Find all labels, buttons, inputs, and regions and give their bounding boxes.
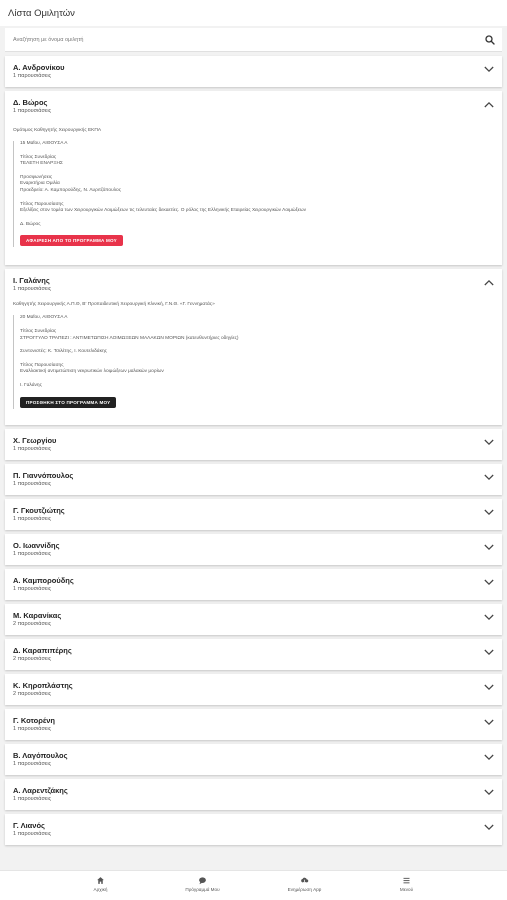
speaker-name: Μ. Καρανίκας <box>13 610 62 620</box>
chevron-up-icon[interactable] <box>484 279 494 286</box>
talk-title: Εξελίξεις στον τομέα των Χειρουργικών Λο… <box>20 208 307 214</box>
speaker-card[interactable]: Α. Ανδρονίκου 1 παρουσιάσεις <box>5 56 502 87</box>
speaker-card[interactable]: Γ. Κοτορένη 1 παρουσιάσεις <box>5 708 502 740</box>
speaker-card[interactable]: Α. Καμπορούδης 1 παρουσιάσεις <box>5 568 502 600</box>
chevron-down-icon[interactable] <box>484 579 494 586</box>
presentation-label: Προσφωνήσεις <box>20 174 53 180</box>
chevron-down-icon[interactable] <box>484 789 494 796</box>
speaker-card[interactable]: Π. Γιαννόπουλος 1 παρουσιάσεις <box>5 463 502 495</box>
speaker-name: Π. Γιαννόπουλος <box>13 470 74 480</box>
nav-app-update[interactable]: Ενημέρωση App <box>254 871 356 900</box>
chevron-down-icon[interactable] <box>484 66 494 73</box>
nav-my-program[interactable]: Πρόγραμμά Μου <box>152 871 254 900</box>
chevron-down-icon[interactable] <box>484 544 494 551</box>
bottom-navigation: Αρχική Πρόγραμμά Μου Ενημέρωση App Μενού <box>0 870 507 900</box>
date-room: 20 Μαΐου, ΑΙΘΟΥΣΑ Α <box>20 315 68 321</box>
speaker-card-expanded[interactable]: Δ. Βώρος 1 παρουσιάσεις Ομότιμος Καθηγητ… <box>5 91 502 266</box>
add-to-program-button[interactable]: ΠΡΟΣΘΗΚΗ ΣΤΟ ΠΡΟΓΡΑΜΜΑ ΜΟΥ <box>20 396 117 408</box>
speaker-name: Ι. Γαλάνης <box>13 276 50 286</box>
nav-label: Ενημέρωση App <box>287 887 322 892</box>
speaker-list: Α. Ανδρονίκου 1 παρουσιάσεις Δ. Βώρος 1 … <box>5 56 502 849</box>
chevron-down-icon[interactable] <box>484 754 494 761</box>
nav-label: Πρόγραμμά Μου <box>185 887 220 892</box>
app-header: Λίστα Ομιλητών <box>0 0 507 26</box>
presentation-count: 1 παρουσιάσεις <box>13 550 52 557</box>
speaker-name: Α. Καμπορούδης <box>13 575 74 585</box>
speaker-card-expanded[interactable]: Ι. Γαλάνης 1 παρουσιάσεις Καθηγητής Χειρ… <box>5 269 502 425</box>
speaker-name: Κ. Κηροπλάστης <box>13 680 73 690</box>
chevron-up-icon[interactable] <box>484 101 494 108</box>
presentation-count: 1 παρουσιάσεις <box>13 73 52 79</box>
presentation-count: 1 παρουσιάσεις <box>13 725 52 732</box>
chairs-line: Προεδρείο: Α. Καμπορούδης, Ν. Λυριτζόπου… <box>20 187 122 193</box>
session-title: ΤΕΛΕΤΗ ΕΝΑΡΞΗΣ <box>20 161 63 167</box>
date-room: 15 Μαΐου, ΑΙΘΟΥΣΑ Α <box>20 141 68 146</box>
speaker-card[interactable]: Β. Λαγόπουλος 1 παρουσιάσεις <box>5 743 502 775</box>
talk-title: Εναλλακτική αντιμετώπιση νεκρωτικών λοιμ… <box>20 369 164 375</box>
speaker-name: Δ. Βώρος <box>13 98 48 107</box>
speaker-name: Γ. Γκουτζιώτης <box>13 505 65 515</box>
speaker-name: Χ. Γεωργίου <box>13 435 57 445</box>
page-title: Λίστα Ομιλητών <box>8 8 75 19</box>
chat-icon <box>199 877 206 885</box>
chevron-down-icon[interactable] <box>484 649 494 656</box>
search-bar[interactable]: Αναζήτηση με όνομα ομιλητή <box>5 28 502 52</box>
presentation-count: 1 παρουσιάσεις <box>13 515 52 522</box>
speaker-name: Α. Ανδρονίκου <box>13 63 65 72</box>
presentation-count: 1 παρουσιάσεις <box>13 760 52 767</box>
presentation-line: Εναρκτήρια Ομιλία <box>20 181 60 187</box>
menu-icon <box>403 877 410 884</box>
session-title: ΣΤΡΟΓΓΥΛΟ ΤΡΑΠΕΖΙ : ΑΝΤΙΜΕΤΩΠΙΣΗ ΛΟΙΜΩΞΕ… <box>20 335 239 341</box>
nav-home[interactable]: Αρχική <box>50 871 152 900</box>
coordinators-line: Συντονιστές: Κ. Τσιλέτης, Ι. Κουτελιδάκη… <box>20 349 107 355</box>
presentation-count: 2 παρουσιάσεις <box>13 690 52 697</box>
speaker-name: Δ. Καραπιπέρης <box>13 645 72 655</box>
home-icon <box>97 877 104 884</box>
speaker-name: Α. Λαρεντζάκης <box>13 785 68 795</box>
speaker-card[interactable]: Δ. Καραπιπέρης 2 παρουσιάσεις <box>5 638 502 670</box>
presentation-count: 1 παρουσιάσεις <box>13 585 52 592</box>
chevron-down-icon[interactable] <box>484 824 494 831</box>
nav-label: Αρχική <box>93 887 108 892</box>
presentation-details: 15 Μαΐου, ΑΙΘΟΥΣΑ Α Τίτλος Συνεδρίας ΤΕΛ… <box>13 141 494 248</box>
chevron-down-icon[interactable] <box>484 684 494 691</box>
speaker-name: Γ. Κοτορένη <box>13 715 55 725</box>
talk-speaker: Ι. Γαλάνης <box>20 382 42 388</box>
talk-speaker: Δ. Βώρος <box>20 221 41 227</box>
search-icon[interactable] <box>484 34 496 46</box>
chevron-down-icon[interactable] <box>484 614 494 621</box>
nav-menu[interactable]: Μενού <box>356 871 458 900</box>
presentation-details: 20 Μαΐου, ΑΙΘΟΥΣΑ Α Τίτλος Συνεδρίας ΣΤΡ… <box>13 315 494 409</box>
chevron-down-icon[interactable] <box>484 474 494 481</box>
speaker-name: Ο. Ιωαννίδης <box>13 540 60 550</box>
session-label: Τίτλος Συνεδρίας <box>20 154 57 160</box>
presentation-count: 1 παρουσιάσεις <box>13 286 52 293</box>
chevron-down-icon[interactable] <box>484 439 494 446</box>
speaker-card[interactable]: Ο. Ιωαννίδης 1 παρουσιάσεις <box>5 533 502 565</box>
speaker-name: Γ. Λιανός <box>13 820 45 830</box>
speaker-card[interactable]: Γ. Λιανός 1 παρουσιάσεις <box>5 813 502 845</box>
nav-label: Μενού <box>399 887 414 892</box>
chevron-down-icon[interactable] <box>484 509 494 516</box>
session-label: Τίτλος Συνεδρίας <box>20 328 57 334</box>
presentation-count: 1 παρουσιάσεις <box>13 108 52 114</box>
speaker-role: Ομότιμος Καθηγητής Χειρουργικής ΕΚΠΑ <box>13 128 102 133</box>
search-input[interactable]: Αναζήτηση με όνομα ομιλητή <box>13 37 484 43</box>
speaker-card[interactable]: Χ. Γεωργίου 1 παρουσιάσεις <box>5 428 502 460</box>
speaker-card[interactable]: Κ. Κηροπλάστης 2 παρουσιάσεις <box>5 673 502 705</box>
presentation-count: 1 παρουσιάσεις <box>13 795 52 802</box>
speaker-role: Καθηγητής Χειρουργικής Α.Π.Θ, Β' Προπαιδ… <box>13 302 215 308</box>
presentation-count: 2 παρουσιάσεις <box>13 620 52 627</box>
speaker-card[interactable]: Γ. Γκουτζιώτης 1 παρουσιάσεις <box>5 498 502 530</box>
speaker-card[interactable]: Μ. Καρανίκας 2 παρουσιάσεις <box>5 603 502 635</box>
chevron-down-icon[interactable] <box>484 719 494 726</box>
cloud-download-icon <box>301 877 309 885</box>
presentation-count: 1 παρουσιάσεις <box>13 830 52 837</box>
presentation-count: 1 παρουσιάσεις <box>13 445 52 452</box>
presentation-count: 1 παρουσιάσεις <box>13 480 52 487</box>
speaker-card[interactable]: Α. Λαρεντζάκης 1 παρουσιάσεις <box>5 778 502 810</box>
speaker-name: Β. Λαγόπουλος <box>13 750 68 760</box>
presentation-count: 2 παρουσιάσεις <box>13 655 52 662</box>
remove-from-program-button[interactable]: ΑΦΑΙΡΕΣΗ ΑΠΟ ΤΟ ΠΡΟΓΡΑΜΜΑ ΜΟΥ <box>20 235 123 247</box>
